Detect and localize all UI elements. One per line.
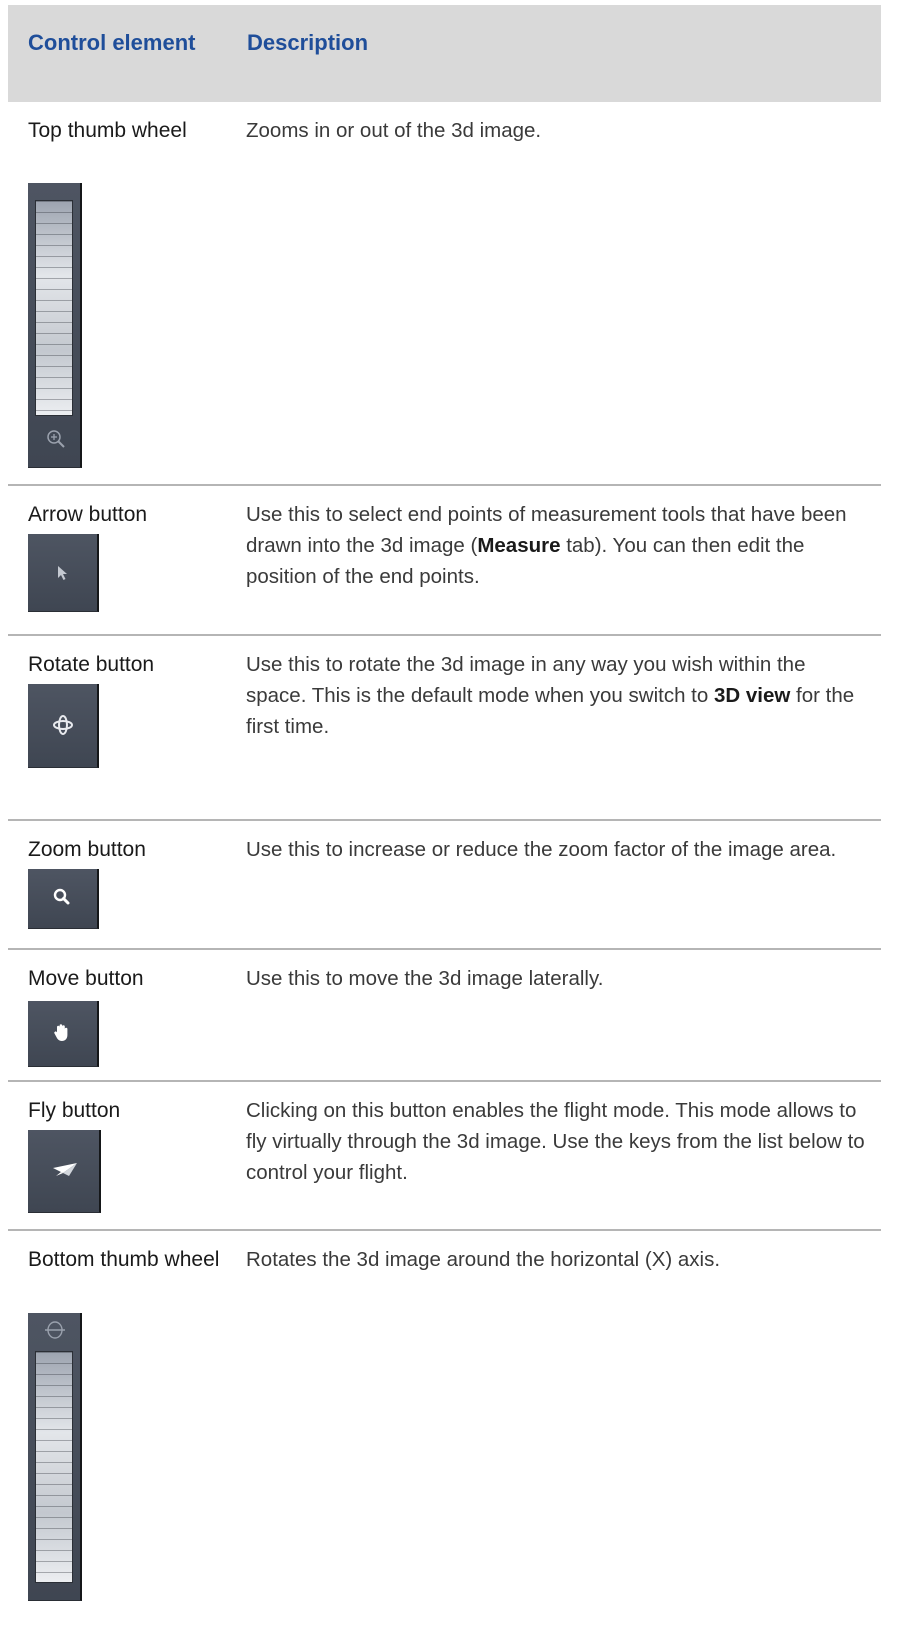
arrow-button[interactable] [28,534,99,612]
control-name: Bottom thumb wheel [28,1248,220,1271]
control-description: Use this to increase or reduce the zoom … [246,838,837,861]
control-description: Use this to rotate the 3d image in any w… [246,653,855,738]
table-row-arrow-button: Arrow button Use this to select end poin… [8,486,881,636]
zoom-button[interactable] [28,869,99,929]
thumb-wheel-track[interactable] [35,200,73,416]
fly-button[interactable] [28,1130,101,1213]
control-description: Use this to move the 3d image laterally. [246,967,604,990]
bottom-thumb-wheel[interactable] [28,1313,82,1601]
control-description: Zooms in or out of the 3d image. [246,119,542,142]
control-name: Rotate button [28,653,155,676]
table-header: Control element Description [8,5,881,102]
magnifier-icon [53,888,70,905]
hand-icon [54,1024,68,1041]
top-thumb-wheel[interactable] [28,183,82,468]
arrow-cursor-icon [58,566,67,580]
thumb-wheel-track[interactable] [35,1351,73,1583]
paper-plane-icon [53,1163,77,1176]
table-row-fly-button: Fly button Clicking on this button enabl… [8,1082,881,1231]
control-elements-table: Control element Description Top thumb wh… [8,5,881,1626]
control-description: Use this to select end points of measure… [246,503,847,588]
column-header-description: Description [247,30,369,55]
rotate-orbit-icon [53,715,73,735]
control-description: Clicking on this button enables the flig… [246,1099,865,1184]
rotate-x-axis-icon [45,1321,65,1339]
control-name: Fly button [28,1099,121,1122]
table-row-zoom-button: Zoom button Use this to increase or redu… [8,821,881,950]
table-row-top-thumb-wheel: Top thumb wheel Zooms in or out of the 3… [8,102,881,486]
control-name: Top thumb wheel [28,119,187,142]
control-name: Arrow button [28,503,148,526]
rotate-button[interactable] [28,684,99,768]
table-row-move-button: Move button Use this to move the 3d imag… [8,950,881,1082]
control-name: Move button [28,967,144,990]
control-description: Rotates the 3d image around the horizont… [246,1248,721,1271]
zoom-magnifier-icon [47,430,65,448]
table-row-rotate-button: Rotate button Use this to rotate the 3d … [8,636,881,821]
control-name: Zoom button [28,838,146,861]
move-button[interactable] [28,1001,99,1067]
column-header-control-element: Control element [28,30,196,55]
table-row-bottom-thumb-wheel: Bottom thumb wheel Rotates the 3d image … [8,1231,881,1626]
